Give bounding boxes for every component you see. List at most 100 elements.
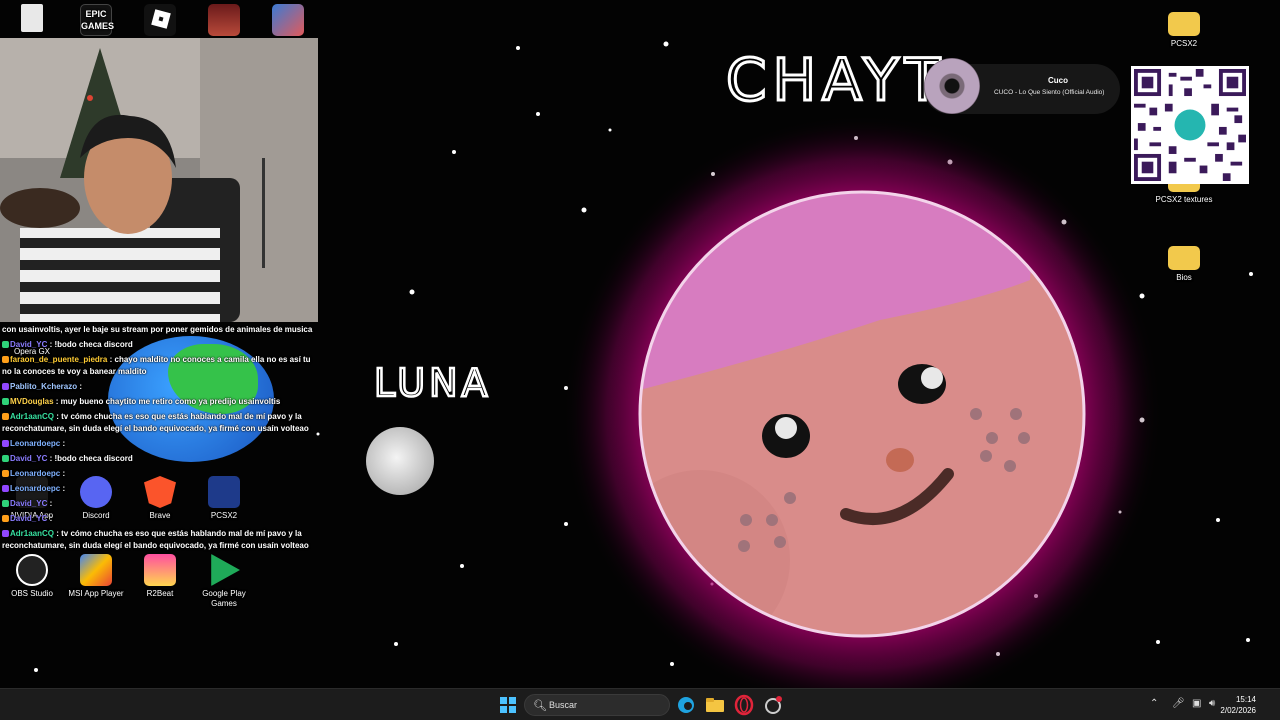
qr-code-image bbox=[1131, 66, 1249, 184]
chat-message: Adr1aanCQ : tv cómo chucha es eso que es… bbox=[0, 409, 318, 436]
game-shortcut-1-glyph bbox=[208, 4, 240, 36]
epic-games-icon[interactable]: EPIC GAMES bbox=[64, 4, 128, 39]
obs-studio-icon[interactable]: OBS Studio bbox=[0, 554, 64, 599]
chat-message: David_YC : bbox=[0, 496, 318, 511]
webcam-scene bbox=[0, 38, 318, 322]
chat-text: : !bodo checa discord bbox=[49, 339, 133, 349]
stream-chat-overlay: con usainvoltis, ayer le baje su stream … bbox=[0, 322, 318, 553]
chat-badge-icon bbox=[2, 340, 9, 348]
chat-text: : bbox=[62, 438, 66, 448]
game-shortcut-1-icon[interactable] bbox=[192, 4, 256, 39]
chat-username[interactable]: Leonardoepc bbox=[10, 484, 60, 493]
chat-message: Leonardoepc : bbox=[0, 436, 318, 451]
folder-icon bbox=[1168, 12, 1200, 36]
recycle-bin-icon[interactable] bbox=[0, 4, 64, 35]
chat-message: faraon_de_puente_piedra : chayo maldito … bbox=[0, 352, 318, 379]
roblox-icon[interactable] bbox=[128, 4, 192, 39]
obs-studio-label: OBS Studio bbox=[11, 589, 53, 598]
qr-code-graphic bbox=[1134, 69, 1246, 181]
chat-username[interactable]: David_YC bbox=[10, 514, 47, 523]
epic-games-label: EPIC GAMES bbox=[81, 9, 115, 31]
search-placeholder: Buscar bbox=[549, 700, 578, 710]
chat-username[interactable]: Pablito_Kcherazo bbox=[10, 382, 77, 391]
google-play-games-icon[interactable]: Google Play Games bbox=[192, 554, 256, 609]
webcam-feed bbox=[0, 38, 318, 322]
chat-username[interactable]: David_YC bbox=[10, 340, 47, 349]
roblox-glyph bbox=[144, 4, 176, 36]
network-icon[interactable]: ▣ bbox=[1192, 698, 1201, 709]
chat-message: David_YC : !bodo checa discord bbox=[0, 337, 318, 352]
clock-time: 15:14 bbox=[1235, 695, 1256, 704]
chat-username[interactable]: faraon_de_puente_piedra bbox=[10, 355, 107, 364]
r2beat-glyph bbox=[144, 554, 176, 586]
r2beat-label: R2Beat bbox=[146, 589, 174, 598]
chat-badge-icon bbox=[2, 514, 9, 522]
chat-badge-icon bbox=[2, 484, 9, 492]
taskbar: 🔍︎ Buscar ⌃ 🎤︎ ▣ 🔊︎ 15:14 2/02/2026 bbox=[0, 688, 1280, 720]
chat-badge-icon bbox=[2, 382, 9, 390]
chat-username[interactable]: MVDouglas bbox=[10, 397, 54, 406]
now-playing-track: CUCO - Lo Que Siento (Official Audio) bbox=[994, 89, 1105, 96]
chat-text: : bbox=[49, 498, 53, 508]
moon-drawing bbox=[366, 427, 434, 495]
epic-games-glyph: EPIC GAMES bbox=[80, 4, 115, 36]
folder-pcsx2-textures-label: PCSX2 textures bbox=[1155, 195, 1213, 204]
chat-badge-icon bbox=[2, 355, 9, 363]
chat-username[interactable]: Leonardoepc bbox=[10, 469, 60, 478]
folder-bios-label: Bios bbox=[1176, 273, 1192, 282]
chat-username[interactable]: Adr1aanCQ bbox=[10, 529, 54, 538]
chat-text: : bbox=[62, 483, 66, 493]
msi-app-player-label: MSI App Player bbox=[68, 589, 124, 598]
start-button[interactable] bbox=[496, 693, 520, 717]
msi-glyph bbox=[80, 554, 112, 586]
chat-message: Adr1aanCQ : tv cómo chucha es eso que es… bbox=[0, 526, 318, 553]
obs-glyph bbox=[16, 554, 48, 586]
folder-icon bbox=[706, 698, 724, 712]
chat-badge-icon bbox=[2, 499, 9, 507]
windows-logo-icon bbox=[500, 697, 516, 713]
chat-badge-icon bbox=[2, 469, 9, 477]
app-taskbar-button[interactable] bbox=[761, 693, 785, 717]
chat-text: : muy bueno chaytito me retiro como ya p… bbox=[55, 396, 281, 406]
chat-message: Pablito_Kcherazo : bbox=[0, 379, 318, 394]
now-playing-artist: Cuco bbox=[1048, 76, 1068, 85]
wallpaper-title: CHAYT bbox=[726, 46, 946, 114]
chat-text: : bbox=[49, 513, 53, 523]
google-play-games-label: Google Play Games bbox=[202, 589, 246, 608]
game-shortcut-2-glyph bbox=[272, 4, 304, 36]
chat-message: David_YC : bbox=[0, 511, 318, 526]
edge-taskbar-button[interactable] bbox=[674, 693, 698, 717]
chat-username[interactable]: David_YC bbox=[10, 499, 47, 508]
opera-gx-taskbar-button[interactable] bbox=[732, 693, 756, 717]
chat-username[interactable]: David_YC bbox=[10, 454, 47, 463]
chevron-up-icon[interactable]: ⌃ bbox=[1150, 698, 1158, 709]
file-explorer-taskbar-button[interactable] bbox=[703, 693, 727, 717]
game-shortcut-2-icon[interactable] bbox=[256, 4, 320, 39]
wallpaper-luna-text: LUNA bbox=[374, 361, 492, 405]
chat-badge-icon bbox=[2, 529, 9, 537]
msi-app-player-icon[interactable]: MSI App Player bbox=[64, 554, 128, 599]
search-icon: 🔍︎ bbox=[533, 700, 547, 712]
album-disc-icon bbox=[924, 58, 980, 114]
volume-icon[interactable]: 🔊︎ bbox=[1209, 698, 1215, 709]
chat-message: con usainvoltis, ayer le baje su stream … bbox=[0, 322, 318, 337]
chat-username[interactable]: Adr1aanCQ bbox=[10, 412, 54, 421]
folder-bios[interactable]: Bios bbox=[1152, 242, 1216, 283]
chat-message: Leonardoepc : bbox=[0, 481, 318, 496]
recycle-bin-glyph bbox=[21, 4, 43, 32]
chat-badge-icon bbox=[2, 412, 9, 420]
opera-gx-icon bbox=[734, 694, 754, 716]
r2beat-icon[interactable]: R2Beat bbox=[128, 554, 192, 599]
folder-pcsx2[interactable]: PCSX2 bbox=[1152, 8, 1216, 49]
chat-badge-icon bbox=[2, 439, 9, 447]
microphone-icon[interactable]: 🎤︎ bbox=[1172, 698, 1185, 709]
system-clock[interactable]: 15:14 2/02/2026 bbox=[1220, 694, 1256, 716]
taskbar-search-input[interactable]: 🔍︎ Buscar bbox=[524, 694, 670, 716]
chat-message: Leonardoepc : bbox=[0, 466, 318, 481]
chat-username[interactable]: Leonardoepc bbox=[10, 439, 60, 448]
clock-date: 2/02/2026 bbox=[1220, 706, 1256, 715]
app-icon bbox=[765, 696, 782, 714]
google-play-games-glyph bbox=[211, 554, 240, 586]
chat-text: : !bodo checa discord bbox=[49, 453, 133, 463]
folder-pcsx2-label: PCSX2 bbox=[1170, 39, 1198, 48]
